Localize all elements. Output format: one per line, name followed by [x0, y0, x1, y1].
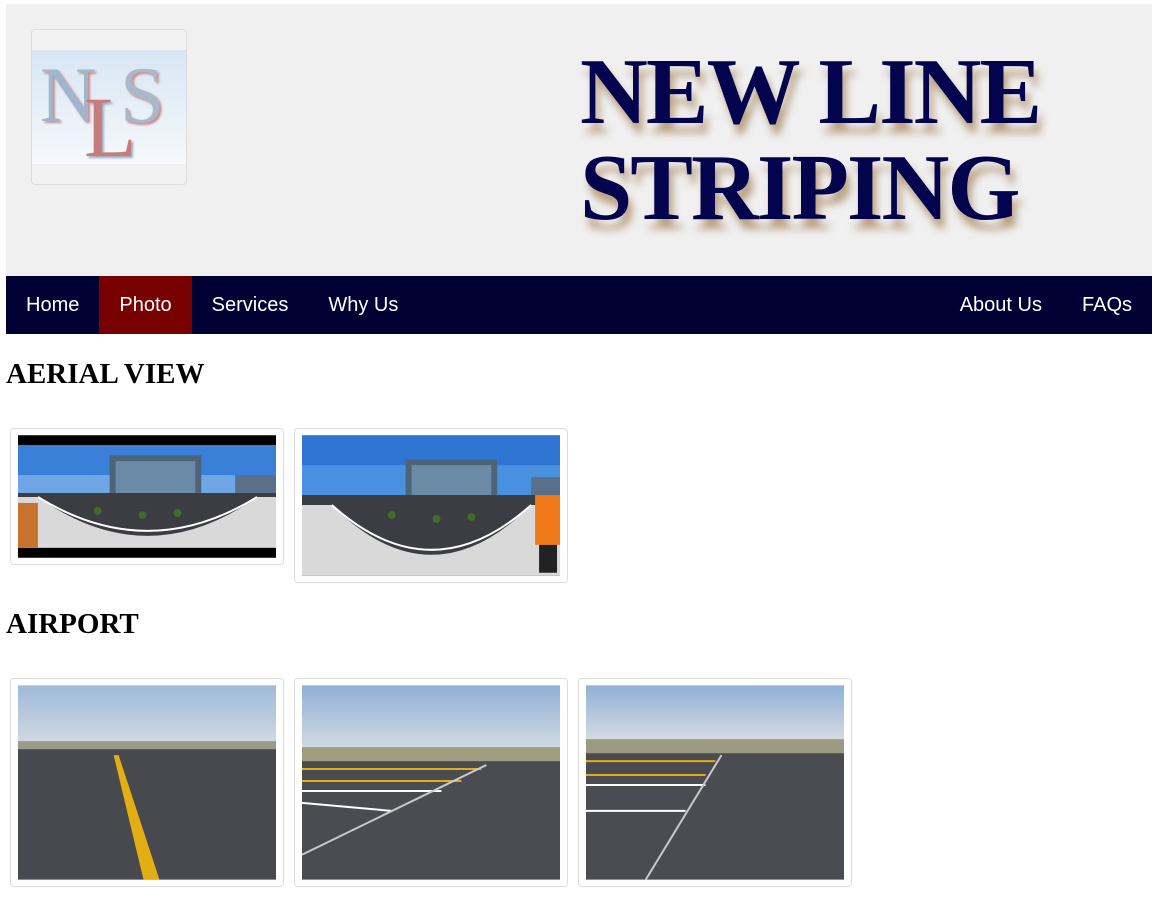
airport-tarmac-photo — [586, 685, 844, 880]
site-title-line-1: NEW LINE — [580, 40, 1042, 144]
gallery-airport — [10, 678, 852, 887]
airport-tarmac-photo — [18, 685, 276, 880]
nav-services[interactable]: Services — [192, 276, 309, 334]
nav-photo[interactable]: Photo — [99, 276, 192, 334]
photo-thumbnail[interactable] — [10, 678, 284, 887]
gallery-aerial-view — [10, 428, 568, 583]
nav-about-us[interactable]: About Us — [940, 276, 1062, 334]
logo-letter-s: S — [120, 52, 165, 140]
site-logo[interactable]: N L S — [31, 29, 187, 185]
aerial-panorama-photo — [302, 435, 560, 576]
photo-thumbnail[interactable] — [10, 428, 284, 565]
nav-why-us[interactable]: Why Us — [308, 276, 418, 334]
site-title-line-2: STRIPING — [580, 136, 1020, 240]
photo-thumbnail[interactable] — [294, 678, 568, 887]
main-nav: Home Photo Services Why Us About Us FAQs — [6, 276, 1152, 334]
nav-faqs[interactable]: FAQs — [1062, 276, 1152, 334]
airport-tarmac-photo — [302, 685, 560, 880]
section-title-aerial-view: AERIAL VIEW — [6, 358, 205, 390]
logo-image: N L S — [32, 50, 186, 170]
section-title-airport: AIRPORT — [6, 608, 139, 640]
photo-thumbnail[interactable] — [578, 678, 852, 887]
site-header: N L S NEW LINE STRIPING — [6, 4, 1152, 276]
aerial-panorama-photo — [18, 435, 276, 558]
page: N L S NEW LINE STRIPING Home Photo Servi… — [6, 4, 1152, 334]
photo-thumbnail[interactable] — [294, 428, 568, 583]
site-title: NEW LINE STRIPING — [580, 40, 1042, 240]
nav-home[interactable]: Home — [6, 276, 99, 334]
